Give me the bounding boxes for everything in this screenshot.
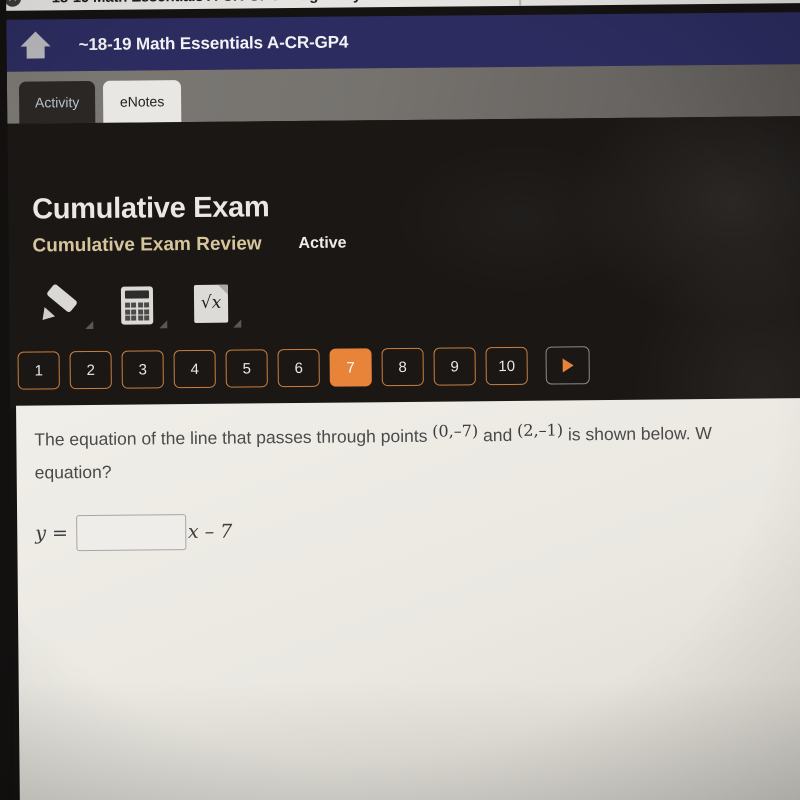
- point-two: (2,–1): [517, 420, 564, 440]
- page-title: Cumulative Exam: [32, 191, 270, 226]
- browser-bar: ✕ ~18-19 Math Essentials A-CR-GP4 - Edge…: [0, 0, 800, 11]
- question-button-3[interactable]: 3: [121, 350, 164, 389]
- highlighter-tool[interactable]: [33, 281, 95, 330]
- equation-left-side: y =: [35, 522, 69, 545]
- course-title: ~18-19 Math Essentials A-CR-GP4: [78, 32, 349, 55]
- assignment-area: Cumulative Exam Cumulative Exam Review A…: [7, 116, 800, 409]
- square-root-icon: √x: [193, 284, 229, 323]
- question-button-8[interactable]: 8: [381, 347, 424, 387]
- question-button-7[interactable]: 7: [329, 348, 372, 387]
- screen-glare: [566, 116, 800, 329]
- tool-corner: [85, 320, 94, 330]
- tab-enotes[interactable]: eNotes: [102, 80, 182, 123]
- question-text: The equation of the line that passes thr…: [34, 416, 800, 490]
- play-triangle-icon: [562, 358, 574, 373]
- browser-tab-title[interactable]: ~18-19 Math Essentials A-CR-GP4 - Edgenu…: [43, 0, 394, 6]
- calculator-tool[interactable]: [107, 280, 169, 329]
- screen-glare: [387, 137, 650, 301]
- question-text-pre: The equation of the line that passes thr…: [34, 425, 433, 450]
- tab-activity[interactable]: Activity: [18, 80, 96, 124]
- question-button-5[interactable]: 5: [225, 349, 268, 388]
- question-text-line2: equation?: [34, 461, 112, 483]
- tool-palette: √x: [33, 279, 255, 330]
- answer-equation: y = x – 7: [35, 514, 232, 552]
- formula-tool[interactable]: √x: [181, 280, 243, 329]
- calculator-icon: [120, 286, 154, 325]
- question-button-9[interactable]: 9: [433, 347, 476, 386]
- home-icon[interactable]: [20, 31, 51, 59]
- tool-corner: [159, 320, 168, 329]
- tab-bar: Activity eNotes: [6, 64, 800, 124]
- question-pager: 1 2 3 4 5 6 7 8 9 10: [17, 346, 600, 390]
- screen-glare: [628, 235, 800, 409]
- question-text-mid: and: [478, 424, 518, 446]
- assignment-subtitle: Cumulative Exam Review: [32, 233, 262, 257]
- photo-of-screen: ✕ ~18-19 Math Essentials A-CR-GP4 - Edge…: [0, 0, 800, 800]
- status-badge: Active: [298, 234, 347, 252]
- tool-corner: [233, 319, 242, 328]
- close-icon[interactable]: ✕: [4, 0, 22, 7]
- square-root-glyph: √x: [200, 292, 222, 313]
- question-button-10[interactable]: 10: [485, 346, 528, 386]
- next-question-button[interactable]: [545, 346, 590, 385]
- question-text-post: is shown below. W: [562, 423, 712, 445]
- tab-divider: [518, 0, 522, 6]
- question-button-6[interactable]: 6: [277, 348, 320, 388]
- screen-content: ✕ ~18-19 Math Essentials A-CR-GP4 - Edge…: [0, 0, 800, 800]
- question-button-2[interactable]: 2: [69, 350, 112, 390]
- course-header-bar: ~18-19 Math Essentials A-CR-GP4: [6, 12, 800, 72]
- question-panel: The equation of the line that passes thr…: [16, 398, 800, 800]
- question-button-4[interactable]: 4: [173, 349, 216, 389]
- point-one: (0,–7): [432, 421, 479, 441]
- question-button-1[interactable]: 1: [17, 351, 60, 390]
- slope-answer-input[interactable]: [75, 514, 187, 552]
- equation-right-side: x – 7: [187, 520, 233, 544]
